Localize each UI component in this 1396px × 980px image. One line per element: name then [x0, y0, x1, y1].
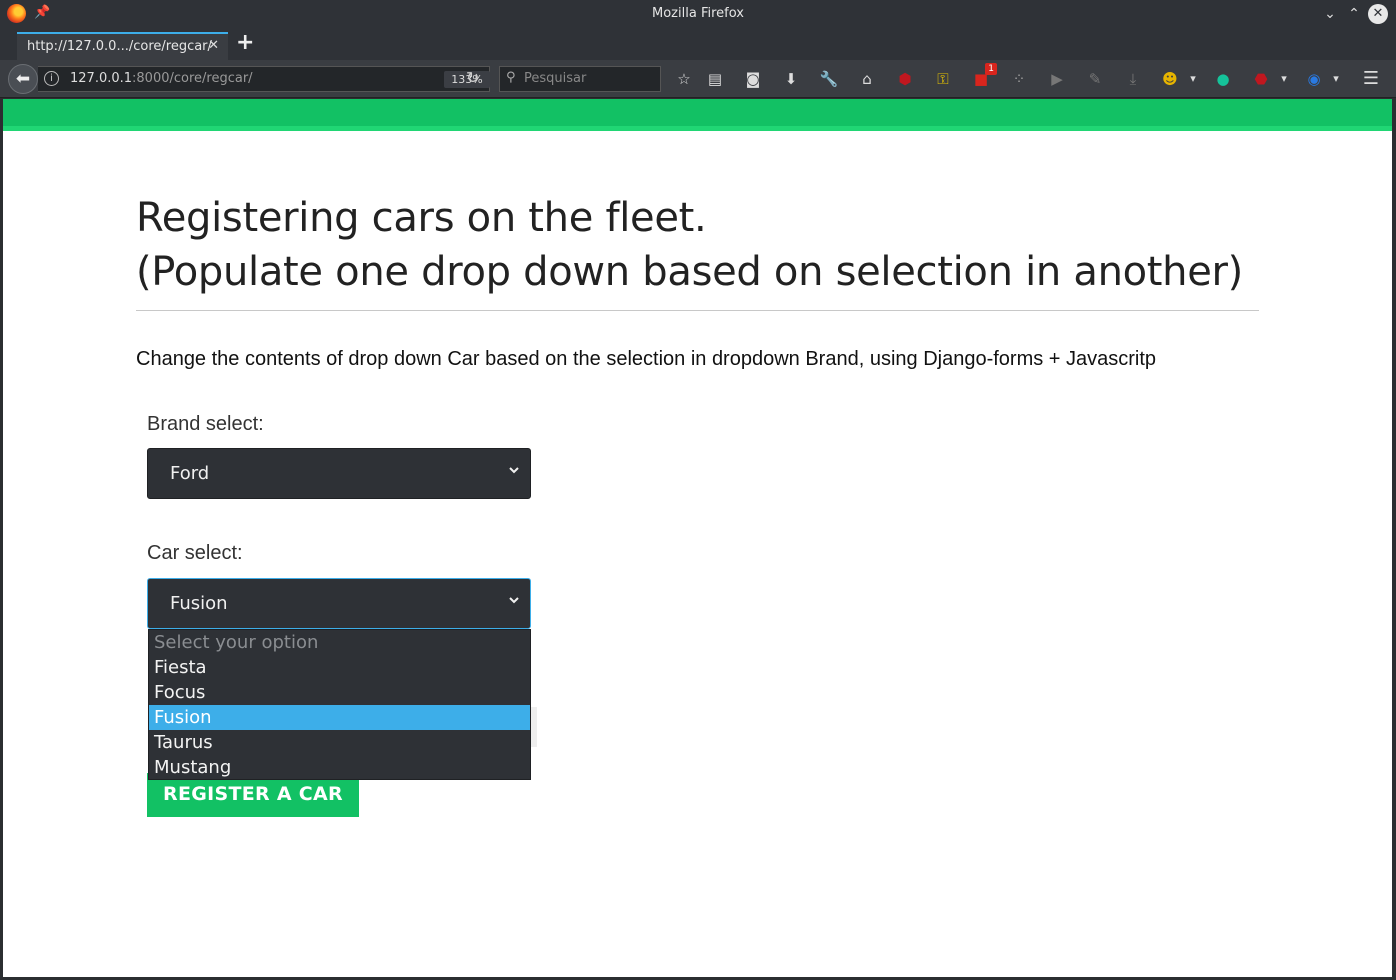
extension-face-icon[interactable]: ☻	[1160, 69, 1180, 89]
tab-active[interactable]: http://127.0.0.../core/regcar/ ✕	[17, 32, 228, 60]
reload-button[interactable]: ↻	[466, 68, 479, 87]
grammarly-icon[interactable]: ●	[1213, 69, 1233, 89]
maximize-button[interactable]: ⌃	[1344, 4, 1364, 24]
close-window-button[interactable]: ✕	[1368, 4, 1388, 24]
site-info-icon[interactable]: i	[44, 71, 59, 86]
url-text: 127.0.0.1:8000/core/regcar/	[70, 71, 253, 86]
extension-tag-icon[interactable]: ▶	[1047, 69, 1067, 89]
new-tab-button[interactable]: +	[236, 30, 254, 55]
back-button[interactable]: ⬅	[8, 64, 38, 94]
car-options-dropdown[interactable]: Select your option Fiesta Focus Fusion T…	[148, 629, 531, 780]
url-path: :8000/core/regcar/	[132, 71, 253, 86]
top-navbar	[3, 99, 1392, 131]
navigation-toolbar: ⬅ i 127.0.0.1:8000/core/regcar/ 133% ↻ ⚲…	[0, 60, 1396, 98]
page-title: Registering cars on the fleet. (Populate…	[136, 191, 1243, 299]
window-titlebar: 📌 Mozilla Firefox ⌄ ⌃ ✕	[0, 0, 1396, 28]
url-bar[interactable]: i 127.0.0.1:8000/core/regcar/ 133%	[38, 66, 490, 92]
search-bar[interactable]: ⚲ Pesquisar	[499, 66, 661, 92]
brand-selected-value: Ford	[170, 463, 210, 484]
search-icon: ⚲	[506, 70, 516, 85]
reader-list-icon[interactable]: ▤	[705, 69, 725, 89]
dropdown-option[interactable]: Mustang	[149, 755, 530, 780]
extension-dots-icon[interactable]: ⁘	[1009, 69, 1029, 89]
chevron-down-icon	[509, 597, 519, 604]
tab-title: http://127.0.0.../core/regcar/	[27, 39, 212, 54]
download-manager-icon[interactable]: ◉	[1304, 69, 1324, 89]
car-select[interactable]: Fusion	[147, 578, 531, 629]
car-label: Car select:	[147, 542, 243, 564]
extension-download-icon[interactable]: ⤓	[1123, 69, 1143, 89]
brand-label: Brand select:	[147, 413, 264, 435]
url-host: 127.0.0.1	[70, 71, 133, 86]
page-title-line2: (Populate one drop down based on selecti…	[136, 249, 1243, 295]
extension-badge-count: 1	[985, 63, 997, 75]
home-icon[interactable]: ⌂	[857, 69, 877, 89]
minimize-button[interactable]: ⌄	[1320, 4, 1340, 24]
chevron-down-icon[interactable]: ▾	[1326, 69, 1346, 89]
chevron-down-icon[interactable]: ▾	[1183, 69, 1203, 89]
ublock-icon[interactable]: ⬢	[895, 69, 915, 89]
obscured-form-field	[531, 707, 537, 747]
extension-pin-icon[interactable]: ✎	[1085, 69, 1105, 89]
chevron-down-icon[interactable]: ▾	[1274, 69, 1294, 89]
tab-strip: http://127.0.0.../core/regcar/ ✕ +	[0, 28, 1396, 60]
heading-divider	[136, 310, 1259, 311]
page-content: Registering cars on the fleet. (Populate…	[3, 99, 1392, 977]
page-title-line1: Registering cars on the fleet.	[136, 195, 707, 241]
dropdown-option[interactable]: Select your option	[149, 630, 530, 655]
car-selected-value: Fusion	[170, 593, 228, 614]
extension-badge-icon[interactable]: ■ 1	[971, 63, 997, 89]
chevron-down-icon	[509, 467, 519, 474]
dropdown-option[interactable]: Fiesta	[149, 655, 530, 680]
dropdown-option[interactable]: Taurus	[149, 730, 530, 755]
page-description: Change the contents of drop down Car bas…	[136, 348, 1157, 370]
downloads-icon[interactable]: ⬇	[781, 69, 801, 89]
window-title: Mozilla Firefox	[652, 6, 744, 21]
dropdown-option[interactable]: Focus	[149, 680, 530, 705]
brand-select[interactable]: Ford	[147, 448, 531, 499]
search-placeholder: Pesquisar	[524, 71, 587, 86]
dropdown-option-selected[interactable]: Fusion	[149, 705, 530, 730]
pocket-icon[interactable]: ◙	[743, 69, 763, 89]
tab-close-icon[interactable]: ✕	[208, 38, 219, 53]
key-extension-icon[interactable]: ⚿	[933, 69, 953, 89]
bookmark-star-icon[interactable]: ☆	[674, 69, 694, 89]
hamburger-menu-icon[interactable]: ☰	[1361, 69, 1381, 89]
adblock-plus-icon[interactable]: ⬣	[1251, 69, 1271, 89]
developer-wrench-icon[interactable]: 🔧	[819, 69, 839, 89]
